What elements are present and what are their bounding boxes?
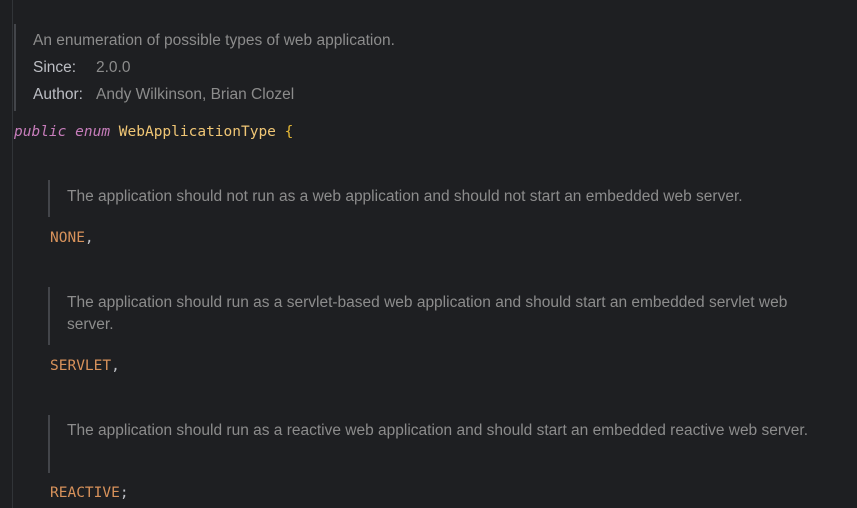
enum-keyword: enum [75, 124, 111, 140]
terminator: , [111, 358, 120, 374]
constant-none[interactable]: NONE, [50, 228, 94, 248]
constant-servlet[interactable]: SERVLET, [50, 356, 120, 376]
doc-bar-enum [14, 24, 16, 111]
indent-guide [12, 0, 13, 508]
constant-doc-servlet: The application should run as a servlet-… [67, 294, 788, 333]
since-value: 2.0.0 [96, 59, 131, 76]
terminator: ; [119, 485, 129, 501]
doc-bar-reactive [48, 415, 50, 473]
enum-declaration[interactable]: public enum WebApplicationType { [14, 122, 293, 142]
enum-doc-since: Since: 2.0.0 [33, 54, 395, 81]
constant-doc-reactive: The application should run as a reactive… [67, 422, 809, 439]
constant-reactive[interactable]: REACTIVE; [50, 483, 129, 503]
constant-name-none[interactable]: NONE [50, 230, 85, 246]
author-label: Author: [33, 86, 83, 103]
enum-doc-author: Author: Andy Wilkinson, Brian Clozel [33, 81, 395, 108]
terminator: , [84, 230, 94, 246]
since-label: Since: [33, 59, 77, 76]
enum-name[interactable]: WebApplicationType [119, 124, 276, 140]
enum-doc-comment: An enumeration of possible types of web … [33, 27, 395, 108]
author-value: Andy Wilkinson, Brian Clozel [96, 86, 295, 103]
constant-doc-none: The application should not run as a web … [67, 188, 743, 205]
constant-name-servlet[interactable]: SERVLET [50, 358, 111, 374]
modifier-keyword: public [14, 124, 67, 140]
constant-name-reactive[interactable]: REACTIVE [50, 485, 120, 501]
doc-bar-servlet [48, 287, 50, 345]
open-brace: { [284, 124, 294, 140]
doc-bar-none [48, 180, 50, 217]
enum-doc-description: An enumeration of possible types of web … [33, 32, 395, 49]
